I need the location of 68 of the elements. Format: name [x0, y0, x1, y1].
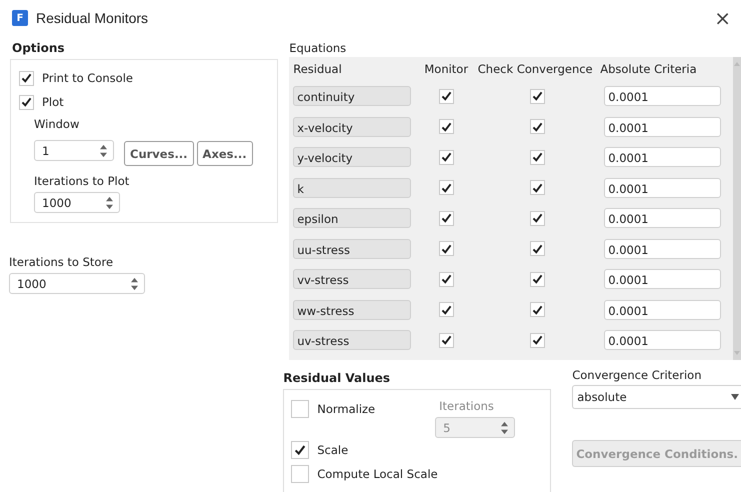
residual-field: ww-stress: [293, 300, 412, 320]
field-label: Window: [34, 117, 80, 131]
checkbox[interactable]: [530, 332, 545, 348]
checkbox[interactable]: [438, 150, 454, 165]
criteria-field[interactable]: 0.0001: [604, 208, 722, 228]
checkbox-label: Compute Local Scale: [317, 467, 438, 481]
field-label: Iterations to Plot: [34, 174, 130, 188]
checkbox[interactable]: [19, 94, 34, 110]
checkbox[interactable]: [19, 70, 34, 86]
checkbox-label: Plot: [42, 95, 64, 109]
app-logo: F: [12, 10, 28, 26]
checkbox[interactable]: [530, 272, 545, 287]
criteria-field[interactable]: 0.0001: [604, 238, 722, 259]
field-label: Iterations: [439, 399, 495, 413]
checkbox[interactable]: [291, 400, 310, 418]
checkbox[interactable]: [530, 241, 545, 256]
checkbox-label: Print to Console: [42, 71, 133, 85]
criteria-field[interactable]: 0.0001: [604, 116, 722, 137]
dropdown-caret-icon: [731, 394, 739, 400]
column-header: Monitor: [423, 62, 470, 76]
residual-field: k: [293, 178, 412, 198]
criteria-field[interactable]: 0.0001: [604, 269, 722, 290]
criteria-field[interactable]: 0.0001: [604, 330, 722, 350]
iterations-spinner[interactable]: 1000: [34, 192, 120, 213]
checkbox[interactable]: [530, 88, 545, 104]
checkbox-label: Normalize: [317, 402, 376, 416]
residual-field: x-velocity: [293, 116, 412, 137]
close-button[interactable]: ×: [714, 6, 731, 30]
section-title: Residual Values: [283, 371, 392, 385]
residual-field: vv-stress: [293, 269, 412, 290]
section-title: Options: [12, 41, 66, 55]
checkbox[interactable]: [438, 241, 454, 256]
checkbox[interactable]: [438, 210, 454, 226]
checkbox[interactable]: [530, 210, 545, 226]
residual-field: uu-stress: [293, 238, 412, 259]
checkbox[interactable]: [291, 441, 310, 459]
window-title: Residual Monitors: [36, 10, 148, 26]
column-header: Residual: [293, 62, 343, 76]
criterion-dropdown[interactable]: absolute: [572, 385, 741, 409]
section-title: Equations: [289, 41, 348, 55]
checkbox[interactable]: [438, 272, 454, 287]
criteria-field[interactable]: 0.0001: [604, 86, 722, 106]
checkbox[interactable]: [530, 180, 545, 196]
criteria-field[interactable]: 0.0001: [604, 300, 722, 320]
checkbox[interactable]: [438, 88, 454, 104]
residual-field: epsilon: [293, 208, 412, 228]
checkbox[interactable]: [438, 302, 454, 318]
checkbox[interactable]: [530, 119, 545, 134]
checkbox[interactable]: [438, 119, 454, 134]
residual-field: uv-stress: [293, 330, 412, 350]
checkbox-label: Scale: [317, 443, 348, 457]
criteria-field[interactable]: 0.0001: [604, 147, 722, 168]
checkbox[interactable]: [530, 150, 545, 165]
column-header: Absolute Criteria: [600, 62, 698, 76]
field-label: Convergence Criterion: [572, 368, 702, 382]
residual-field: y-velocity: [293, 147, 412, 168]
checkbox[interactable]: [438, 332, 454, 348]
iterations-spinner[interactable]: 1000: [9, 273, 145, 294]
dialog-button[interactable]: Axes...: [196, 141, 253, 166]
column-header: Check Convergence: [476, 62, 594, 76]
field-label: Iterations to Store: [9, 255, 114, 269]
checkbox[interactable]: [530, 302, 545, 318]
window-spinner[interactable]: 1: [34, 140, 114, 161]
checkbox[interactable]: [291, 465, 310, 483]
residual-field: continuity: [293, 86, 412, 106]
criteria-field[interactable]: 0.0001: [604, 178, 722, 198]
checkbox[interactable]: [438, 180, 454, 196]
dialog-button[interactable]: Curves...: [124, 141, 194, 166]
